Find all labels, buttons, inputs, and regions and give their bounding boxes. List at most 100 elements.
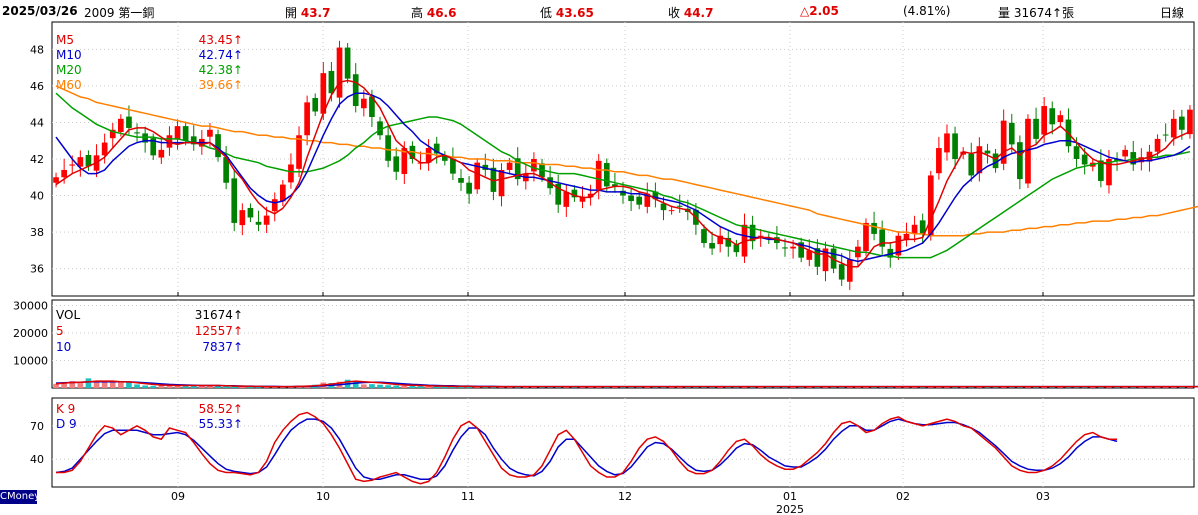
candle-body: [207, 129, 213, 137]
candle-body: [701, 229, 707, 244]
candle-body: [352, 74, 359, 107]
volume-bar: [409, 385, 416, 388]
vol-y-tick: 20000: [13, 327, 48, 340]
candle-body: [126, 116, 132, 128]
price-y-tick: 48: [30, 43, 44, 56]
kd-y-tick: 70: [30, 420, 44, 433]
price-legend-value: 43.45↑: [199, 33, 243, 47]
candle-body: [450, 158, 456, 174]
vol-legend-value: 12557↑: [195, 324, 243, 338]
candle-body: [182, 126, 189, 141]
candle-body: [1179, 116, 1185, 130]
price-legend-value: 42.74↑: [199, 48, 243, 62]
candle-body: [1017, 142, 1023, 180]
cmoney-logo: CMoney: [0, 490, 41, 504]
price-legend-name: M10: [56, 48, 82, 62]
candle-body: [288, 164, 294, 183]
candle-body: [466, 182, 472, 194]
candle-body: [255, 221, 262, 225]
price-y-tick: 40: [30, 190, 44, 203]
price-y-tick: 36: [30, 263, 44, 276]
x-tick-label: 11: [461, 490, 475, 503]
candle-body: [247, 207, 254, 218]
vol-legend-value: 7837↑: [202, 340, 243, 354]
volume-bar: [126, 382, 132, 388]
candle-body: [757, 235, 764, 237]
candle-body: [69, 164, 76, 166]
kd-legend-value: 58.52↑: [199, 402, 243, 416]
price-y-tick: 46: [30, 80, 44, 93]
candle-body: [1049, 108, 1056, 125]
x-tick-label: 01: [783, 490, 797, 503]
candle-body: [927, 175, 934, 237]
candle-body: [458, 177, 464, 183]
volume-bar: [417, 386, 424, 388]
candle-body: [1187, 109, 1193, 135]
volume-bar: [369, 384, 375, 388]
candle-body: [304, 102, 310, 136]
price-legend-value: 42.38↑: [199, 63, 243, 77]
volume-bar: [150, 385, 157, 388]
price-y-tick: 38: [30, 226, 44, 239]
volume-bar: [182, 386, 189, 388]
candle-body: [239, 210, 246, 226]
candle-body: [134, 132, 140, 134]
candle-body: [312, 97, 319, 112]
candle-body: [506, 162, 513, 170]
volume-bar: [53, 383, 59, 388]
candle-body: [1154, 138, 1161, 152]
volume-bar: [142, 385, 148, 388]
candle-body: [911, 224, 918, 234]
candle-body: [531, 159, 537, 172]
kd-y-tick: 40: [30, 453, 44, 466]
candle-body: [393, 156, 400, 172]
candle-body: [385, 135, 391, 161]
volume-bar: [401, 385, 408, 388]
candle-body: [1081, 154, 1088, 165]
candle-body: [215, 134, 221, 158]
candle-body: [61, 169, 67, 178]
candle-body: [1041, 106, 1047, 135]
stock-chart-window: 2025/03/26 2009 第一銅 開 43.7 高 46.6 低 43.6…: [0, 0, 1198, 515]
price-y-tick: 42: [30, 153, 44, 166]
chart-canvas: 09 10 11 12 01 02 03 2025 48 46 44 42 40 38 36 M5 43.45↑…: [13, 21, 1198, 515]
candle-body: [360, 98, 367, 109]
kd-legend-name: K 9: [56, 402, 75, 416]
candle-body: [709, 243, 715, 249]
candle-body: [628, 195, 634, 202]
candle-body: [936, 148, 942, 174]
candle-body: [790, 246, 796, 249]
volume-bar: [360, 384, 367, 388]
candle-body: [660, 203, 667, 211]
candle-body: [1008, 122, 1015, 145]
candle-body: [53, 177, 59, 183]
candle-body: [336, 47, 343, 98]
candle-body: [1057, 115, 1064, 123]
candle-body: [838, 264, 845, 280]
candle-body: [1170, 118, 1177, 138]
candle-body: [595, 160, 602, 190]
vol-y-tick: 10000: [13, 355, 48, 368]
volume-bar: [77, 383, 84, 388]
price-legend-name: M5: [56, 33, 74, 47]
candle-body: [231, 178, 238, 223]
volume-bar: [377, 384, 383, 388]
volume-bar: [393, 385, 400, 388]
x-tick-label: 12: [618, 490, 632, 503]
vol-legend-name: 10: [56, 340, 71, 354]
candle-body: [1033, 118, 1039, 139]
volume-bar: [352, 381, 359, 388]
candle-body: [636, 196, 643, 205]
x-tick-label: 10: [316, 490, 330, 503]
candle-body: [174, 126, 181, 140]
candle-body: [846, 259, 853, 282]
candle-body: [563, 191, 570, 207]
candle-body: [863, 222, 869, 252]
candle-body: [498, 169, 505, 197]
vol-legend-value: 31674↑: [195, 308, 243, 322]
candle-body: [1162, 134, 1169, 136]
candle-body: [782, 247, 788, 249]
x-tick-label: 03: [1036, 490, 1050, 503]
volume-bar: [109, 382, 116, 388]
candle-body: [676, 205, 683, 207]
